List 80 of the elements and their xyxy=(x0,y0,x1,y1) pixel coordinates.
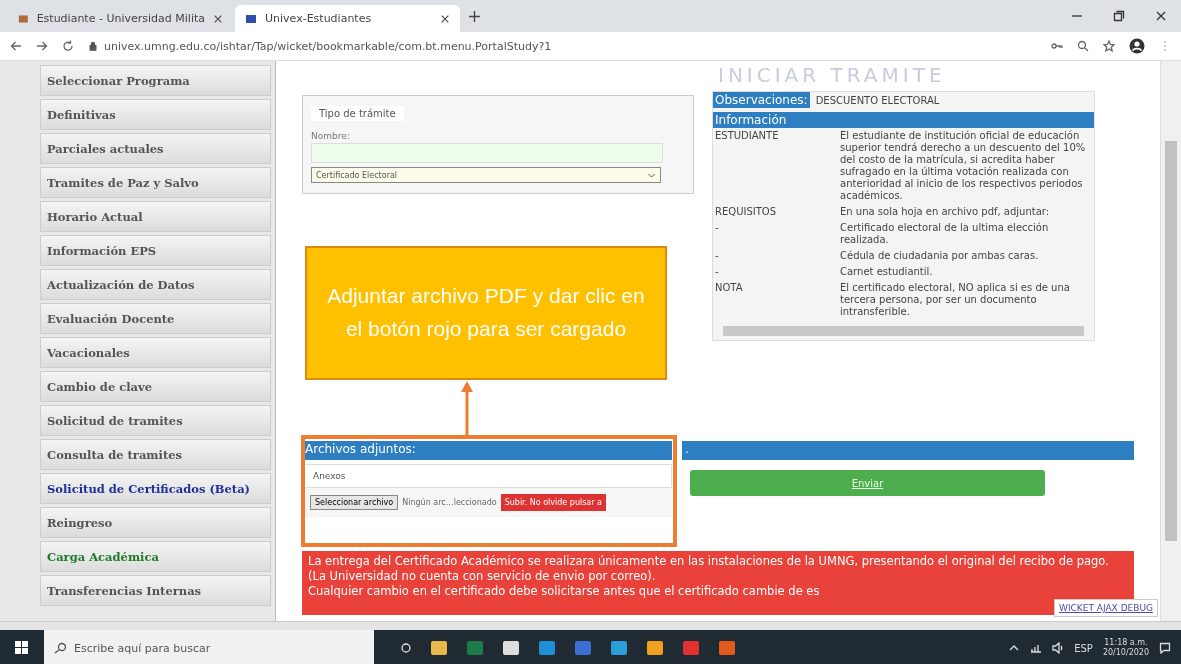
upload-button[interactable]: Subir. No olvide pulsar a xyxy=(500,494,606,511)
scrollbar[interactable] xyxy=(1160,61,1181,621)
type-select[interactable]: Certificado Electoral xyxy=(311,167,661,183)
sidebar-item[interactable]: Consulta de tramites xyxy=(40,439,271,470)
scrollbar[interactable] xyxy=(0,621,1181,630)
browser-tab[interactable]: Estudiante - Universidad Milita xyxy=(8,5,233,32)
arrow xyxy=(460,380,474,436)
sidebar-item[interactable]: Información EPS xyxy=(40,235,271,266)
sidebar-item[interactable]: Evaluación Docente xyxy=(40,303,271,334)
attachments-heading: Archivos adjuntos: xyxy=(302,441,672,460)
info-text: En una sola hoja en archivo pdf, adjuntar: xyxy=(840,206,1051,218)
info-label: - xyxy=(715,266,720,278)
taskbar-search[interactable]: Escribe aquí para buscar xyxy=(44,630,374,664)
sidebar-item[interactable]: Parciales actuales xyxy=(40,133,271,164)
close-icon[interactable] xyxy=(213,13,223,24)
sidebar-item[interactable]: Carga Académica xyxy=(40,541,271,572)
info-text: Certificado electoral de la ultima elección realizada. xyxy=(840,222,1050,246)
sidebar-item[interactable]: Solicitud de Certificados (Beta) xyxy=(40,473,271,504)
language-indicator[interactable]: ESP xyxy=(1074,642,1093,654)
info-text: El certificado electoral, NO aplica si es de una tercera persona, por ser un documento intransferible. xyxy=(840,282,1071,318)
reload-icon[interactable] xyxy=(62,40,74,52)
section-heading: . xyxy=(682,441,1134,460)
fieldset-legend: Tipo de trámite xyxy=(311,106,404,121)
sidebar-item[interactable]: Cambio de clave xyxy=(40,371,271,402)
forward-icon[interactable] xyxy=(36,40,48,52)
info-label: - xyxy=(715,222,720,235)
app-icon[interactable] xyxy=(646,640,664,656)
zoom-icon[interactable] xyxy=(1077,40,1089,52)
volume-icon[interactable] xyxy=(1052,642,1065,654)
annex-label: Anexos xyxy=(302,464,672,488)
info-label: NOTA xyxy=(715,282,744,295)
restore-icon[interactable] xyxy=(1113,10,1125,22)
app-icon[interactable] xyxy=(502,640,520,656)
name-field[interactable] xyxy=(311,143,663,163)
info-text: Carnet estudiantil. xyxy=(840,266,934,278)
profile-icon[interactable] xyxy=(1129,38,1145,54)
scrollbar[interactable] xyxy=(723,326,1084,336)
close-icon[interactable] xyxy=(440,13,450,24)
search-icon xyxy=(54,642,66,654)
clock-time: 11:18 a.m. xyxy=(1104,637,1148,648)
notice-text: Cualquier cambio en el certificado debe solicitarse antes que el certificado cambie de es xyxy=(308,583,821,599)
observations-value: DESCUENTO ELECTORAL xyxy=(815,94,940,106)
info-text: El estudiante de institución oficial de educación superior tendrá derecho a un descuento del 10% del costo de la matrícula, si acredita haber sufragado en la última votación realizada con anterioridad al inicio de los respectivos periodos académicos. xyxy=(840,130,1087,202)
sidebar-item[interactable]: Seleccionar Programa xyxy=(40,65,271,96)
info-label: REQUISITOS xyxy=(715,206,778,218)
choose-file-button[interactable]: Seleccionar archivo xyxy=(310,495,399,510)
sidebar-item[interactable]: Horario Actual xyxy=(40,201,271,232)
sidebar-item[interactable]: Vacacionales xyxy=(40,337,271,368)
app-icon[interactable] xyxy=(610,640,628,656)
clock-date: 20/10/2020 xyxy=(1102,648,1149,659)
sidebar-item[interactable]: Transferencias Internas xyxy=(40,575,271,606)
lock-icon xyxy=(88,41,98,51)
site-icon xyxy=(18,12,29,25)
debug-link[interactable]: WICKET AJAX DEBUG xyxy=(1054,599,1158,617)
sidebar-item[interactable]: Solicitud de tramites xyxy=(40,405,271,436)
sidebar-item[interactable]: Actualización de Datos xyxy=(40,269,271,300)
field-label: Nombre: xyxy=(311,131,351,141)
info-text: Cédula de ciudadania por ambas caras. xyxy=(840,250,1040,262)
callout-box: Adjuntar archivo PDF y dar clic en el botón rojo para ser cargado xyxy=(305,246,667,380)
sidebar-item[interactable]: Definitivas xyxy=(40,99,271,130)
info-label: - xyxy=(715,250,720,262)
new-tab-icon[interactable] xyxy=(468,9,481,23)
info-heading: Información xyxy=(713,112,1094,128)
back-icon[interactable] xyxy=(10,40,22,52)
sidebar-item[interactable]: Tramites de Paz y Salvo xyxy=(40,167,271,198)
windows-icon[interactable] xyxy=(15,641,29,655)
notice-text: La entrega del Certificado Académico se realizara únicamente en las instalaciones de la UMNG, presentando el original del recibo de pago. (La Universidad no cuenta con servicio de envio por correo). xyxy=(308,554,1110,584)
observations-label: Observaciones: xyxy=(713,92,810,108)
key-icon[interactable] xyxy=(1051,40,1063,52)
close-icon[interactable] xyxy=(1155,10,1167,22)
info-label: ESTUDIANTE xyxy=(715,130,780,143)
file-status: Ningún arc…leccionado xyxy=(402,498,497,507)
browser-tab[interactable]: Univex-Estudiantes xyxy=(235,5,460,32)
address-bar[interactable]: univex.umng.edu.co/ishtar/Tap/wicket/bookmarkable/com.bt.menu.PortalStudy?1 xyxy=(88,39,1037,53)
site-icon xyxy=(245,12,257,25)
network-icon[interactable] xyxy=(1030,642,1043,654)
notification-icon[interactable] xyxy=(1159,642,1171,654)
app-icon[interactable] xyxy=(430,640,448,656)
star-icon[interactable] xyxy=(1103,40,1115,52)
sidebar-item[interactable]: Reingreso xyxy=(40,507,271,538)
